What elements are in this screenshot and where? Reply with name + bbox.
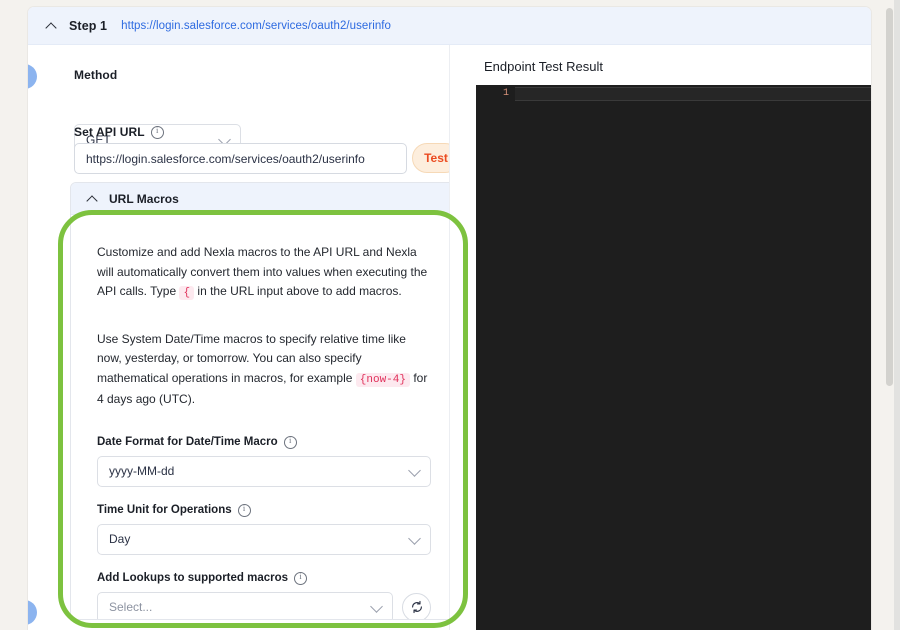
add-lookups-row: Select... bbox=[97, 591, 431, 619]
macros-paragraph-1-text-b: in the URL input above to add macros. bbox=[194, 284, 402, 298]
api-url-label-text: Set API URL bbox=[74, 125, 145, 139]
time-unit-select[interactable]: Day bbox=[97, 523, 431, 555]
step-title: Step 1 bbox=[69, 18, 108, 33]
api-url-value: https://login.salesforce.com/services/oa… bbox=[86, 151, 365, 166]
endpoint-test-result-title: Endpoint Test Result bbox=[484, 59, 603, 74]
left-config-column: 1 2 Method GET Set API URL https://login… bbox=[28, 45, 468, 630]
editor-active-line bbox=[515, 87, 871, 101]
step-1-header[interactable]: Step 1 https://login.salesforce.com/serv… bbox=[28, 7, 871, 45]
add-lookups-label: Add Lookups to supported macros bbox=[97, 571, 431, 585]
chevron-down-icon bbox=[408, 464, 421, 477]
macros-paragraph-1: Customize and add Nexla macros to the AP… bbox=[97, 243, 431, 304]
date-format-select[interactable]: yyyy-MM-dd bbox=[97, 455, 431, 487]
time-unit-value: Day bbox=[109, 532, 131, 546]
result-code-editor[interactable]: 1 bbox=[476, 85, 871, 630]
chevron-down-icon bbox=[370, 600, 383, 613]
date-format-label-text: Date Format for Date/Time Macro bbox=[97, 436, 278, 448]
add-lookups-select[interactable]: Select... bbox=[97, 591, 393, 619]
chevron-down-icon bbox=[408, 532, 421, 545]
time-unit-label: Time Unit for Operations bbox=[97, 503, 431, 517]
macro-now-chip: {now-4} bbox=[355, 372, 410, 387]
step-endpoint-url: https://login.salesforce.com/services/oa… bbox=[121, 19, 391, 32]
step-badge-2: 2 bbox=[28, 600, 37, 625]
info-icon[interactable] bbox=[283, 435, 297, 449]
step-badge-1: 1 bbox=[28, 64, 37, 89]
method-label: Method bbox=[74, 68, 117, 82]
url-macros-title: URL Macros bbox=[109, 191, 179, 206]
page-right-edge bbox=[894, 0, 900, 630]
macros-paragraph-2: Use System Date/Time macros to specify r… bbox=[97, 330, 431, 410]
url-macros-header[interactable]: URL Macros bbox=[71, 183, 457, 215]
time-unit-label-text: Time Unit for Operations bbox=[97, 504, 232, 516]
refresh-lookups-button[interactable] bbox=[402, 592, 431, 619]
api-url-label: Set API URL bbox=[74, 125, 164, 139]
chevron-up-icon[interactable] bbox=[46, 19, 59, 32]
chevron-up-icon[interactable] bbox=[87, 192, 100, 205]
url-macros-panel: URL Macros Customize and add Nexla macro… bbox=[70, 182, 458, 620]
date-format-label: Date Format for Date/Time Macro bbox=[97, 435, 431, 449]
info-icon[interactable] bbox=[150, 125, 164, 139]
method-label-text: Method bbox=[74, 68, 118, 82]
endpoint-test-result-panel: Endpoint Test Result 1 bbox=[449, 45, 871, 630]
url-macros-body: Customize and add Nexla macros to the AP… bbox=[71, 215, 457, 619]
macro-brace-chip: { bbox=[179, 286, 195, 300]
editor-line-number: 1 bbox=[502, 88, 509, 99]
add-lookups-placeholder: Select... bbox=[109, 600, 153, 614]
date-format-value: yyyy-MM-dd bbox=[109, 464, 175, 478]
refresh-icon bbox=[411, 600, 422, 614]
app-root: Step 1 https://login.salesforce.com/serv… bbox=[0, 0, 900, 630]
page-scrollbar-thumb[interactable] bbox=[886, 8, 893, 386]
info-icon[interactable] bbox=[237, 503, 251, 517]
editor-gutter: 1 bbox=[476, 85, 515, 630]
step-card: Step 1 https://login.salesforce.com/serv… bbox=[28, 7, 871, 630]
add-lookups-label-text: Add Lookups to supported macros bbox=[97, 572, 289, 584]
info-icon[interactable] bbox=[294, 571, 308, 585]
api-url-input[interactable]: https://login.salesforce.com/services/oa… bbox=[74, 143, 407, 174]
